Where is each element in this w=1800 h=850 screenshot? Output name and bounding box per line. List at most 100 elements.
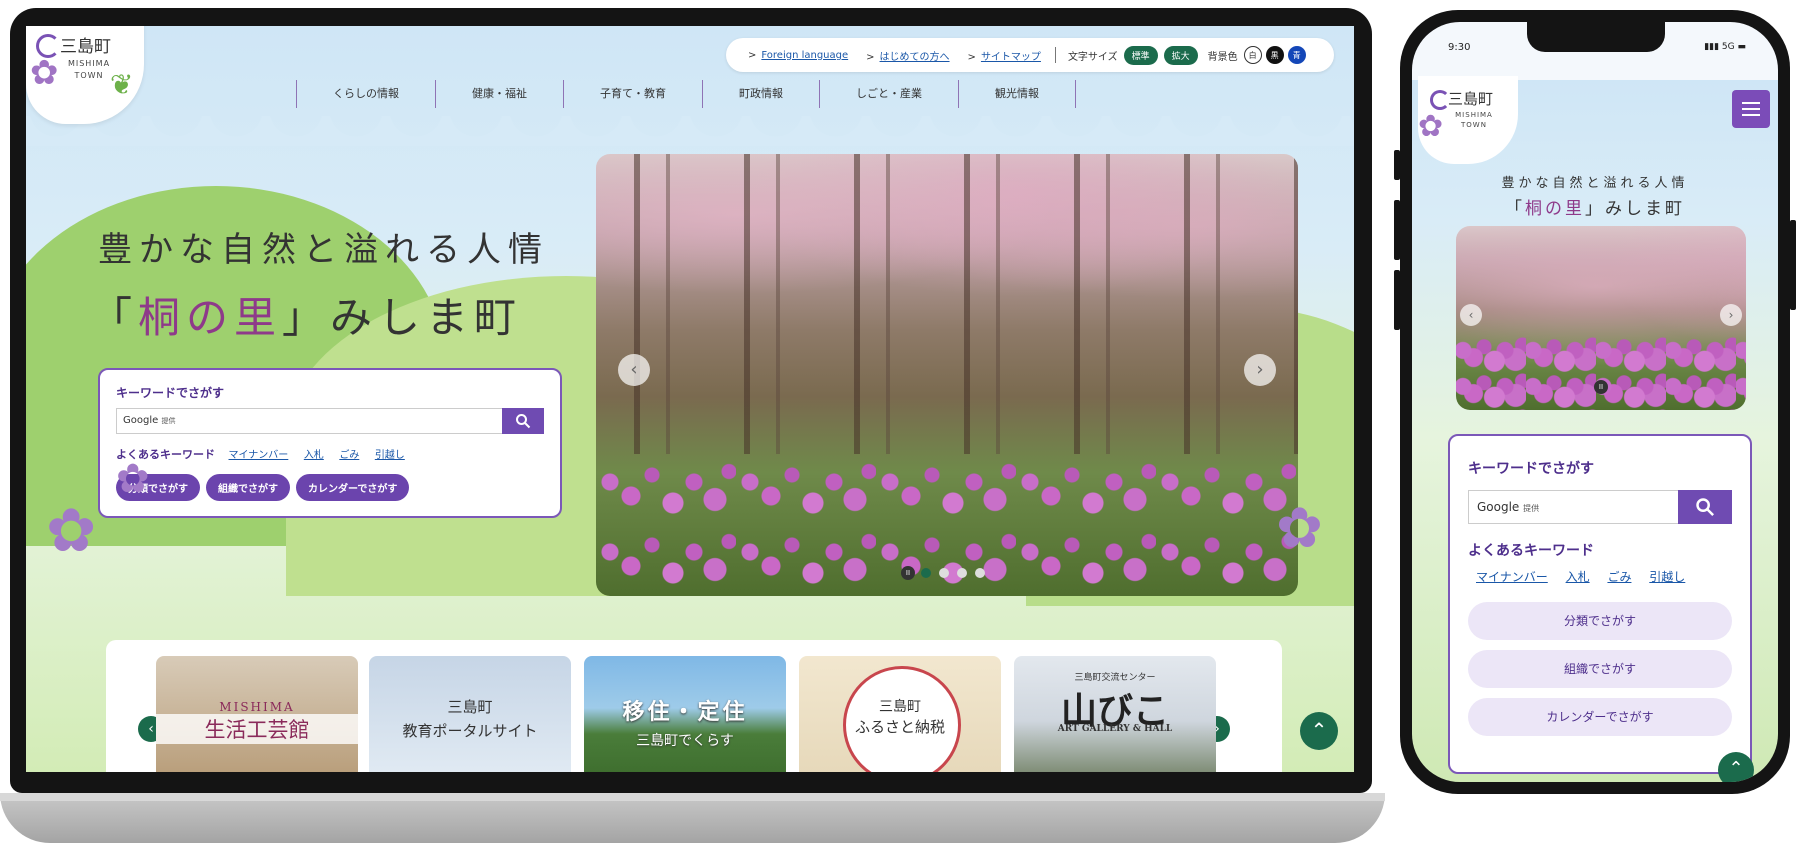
nav-item-work[interactable]: しごと・産業 (819, 80, 958, 108)
banner-craft-museum[interactable]: MISHIMA 生活工芸館 (156, 656, 358, 772)
arrow-up-icon: ⌃ (1310, 718, 1328, 742)
banner-label: 三島町 (447, 698, 493, 716)
banner-label: 移住・定住 (622, 699, 748, 725)
phone-screen: 9:30 ▮▮▮ 5G ▬ 三島町 MISHIMA TOWN ✿ 豊かな自然と溢… (1412, 22, 1778, 782)
slider-dot[interactable] (939, 568, 949, 578)
search-brand: Google (123, 415, 159, 426)
search-title: キーワードでさがす (1468, 461, 1594, 477)
pause-icon[interactable]: II (901, 566, 915, 580)
nav-item-living[interactable]: くらしの情報 (296, 80, 435, 108)
hero-slider: ‹ › II (1456, 226, 1746, 410)
utility-bar: > Foreign language > はじめての方へ > サイトマップ 文字サイズ… (726, 38, 1334, 72)
chevron-right-icon: › (1728, 308, 1734, 322)
search-note: 提供 (1523, 504, 1540, 513)
tagline-bracket: 「 (1505, 199, 1525, 219)
slider-dot[interactable] (975, 568, 985, 578)
banner-label: 三島町でくらす (636, 733, 734, 749)
search-input[interactable]: Google 提供 (116, 408, 502, 434)
hero-tagline: 豊かな自然と溢れる人情 (98, 230, 549, 270)
tagline-highlight: 桐の里 (138, 293, 283, 342)
link-label: はじめての方へ (879, 51, 950, 63)
slider-next-button[interactable]: › (1244, 354, 1276, 386)
wave-decoration (26, 116, 1354, 146)
search-by-category-button[interactable]: 分類でさがす (1468, 602, 1732, 640)
search-icon (1696, 498, 1715, 517)
site-logo[interactable]: 三島町 MISHIMA TOWN ✿ (1418, 76, 1518, 164)
font-size-large-button[interactable]: 拡大 (1163, 45, 1198, 65)
banner-label: 教育ポータルサイト (402, 722, 538, 740)
chevron-right-icon: › (1256, 359, 1264, 380)
banner-education-portal[interactable]: 三島町 教育ポータルサイト (369, 656, 571, 772)
search-button[interactable] (502, 408, 544, 434)
banner-label: 生活工芸館 (156, 714, 358, 744)
search-by-calendar-button[interactable]: カレンダーでさがす (1468, 698, 1732, 736)
slider-dot[interactable] (957, 568, 967, 578)
logo-subtitle: MISHIMA TOWN (67, 59, 111, 80)
search-button[interactable] (1678, 490, 1732, 524)
page-top-button[interactable]: ⌃ (1300, 712, 1338, 750)
keyword-link[interactable]: ごみ (1607, 570, 1631, 584)
keyword-link[interactable]: 入札 (1566, 570, 1590, 584)
bg-white-button[interactable]: 白 (1243, 46, 1262, 64)
first-time-link[interactable]: > はじめての方へ (866, 48, 949, 63)
chevron-left-icon: ‹ (1468, 308, 1474, 322)
tagline-rest: 」みしま町 (1585, 199, 1685, 219)
network-label: 5G (1721, 42, 1735, 52)
foreign-language-link[interactable]: > Foreign language (748, 50, 848, 61)
bg-black-button[interactable]: 黒 (1265, 46, 1284, 64)
banner-furusato-tax[interactable]: 三島町 ふるさと納税 (799, 656, 1001, 772)
slider-next-button[interactable]: › (1720, 304, 1742, 326)
nav-item-health[interactable]: 健康・福祉 (435, 80, 563, 108)
flower-icon: ✿ (116, 456, 150, 502)
status-network: ▮▮▮ 5G ▬ (1704, 42, 1746, 52)
sitemap-link[interactable]: > サイトマップ (968, 48, 1041, 63)
link-label: サイトマップ (980, 51, 1041, 63)
tagline-rest: 」みしま町 (282, 293, 523, 342)
arrow-up-icon: ⌃ (1728, 758, 1744, 779)
search-by-calendar-button[interactable]: カレンダーでさがす (296, 474, 410, 501)
slider-dots: II (901, 566, 993, 580)
search-note: 提供 (161, 417, 176, 425)
flower-icon: ✿ (1418, 109, 1444, 144)
keyword-link[interactable]: マイナンバー (229, 450, 289, 461)
link-label: Foreign language (761, 49, 849, 61)
keyword-list: よくあるキーワード マイナンバー 入札 ごみ 引越し (116, 446, 417, 462)
nav-item-tourism[interactable]: 観光情報 (958, 80, 1076, 108)
chevron-right-small-icon: > (967, 51, 976, 63)
keyword-link[interactable]: ごみ (339, 450, 359, 461)
keyword-link[interactable]: マイナンバー (1476, 570, 1548, 584)
banner-relocation[interactable]: 移住・定住 三島町でくらす (584, 656, 786, 772)
bg-color-label: 背景色 (1207, 51, 1238, 63)
phone-side-button (1394, 200, 1400, 260)
pause-icon[interactable]: II (1594, 380, 1608, 394)
search-card: キーワードでさがす Google 提供 よくあるキーワード マイナンバー 入札 … (98, 368, 562, 518)
search-row: Google 提供 (116, 408, 544, 434)
nav-item-childcare[interactable]: 子育て・教育 (563, 80, 702, 108)
hamburger-menu-icon (1742, 108, 1760, 110)
keywords-label: よくあるキーワード (1468, 543, 1594, 559)
phone-notch (1527, 22, 1665, 52)
keyword-link[interactable]: 引越し (1649, 570, 1685, 584)
banner-exchange-center[interactable]: 三島町交流センター 山びこ ART GALLERY & HALL (1014, 656, 1216, 772)
laptop-screen: 三島町 MISHIMA TOWN ✿ ❦ > Foreign language >… (26, 26, 1354, 772)
hamburger-menu-button[interactable] (1732, 90, 1770, 128)
slide-image (596, 154, 1298, 454)
nav-item-town-admin[interactable]: 町政情報 (702, 80, 819, 108)
font-size-standard-button[interactable]: 標準 (1123, 45, 1158, 65)
site-logo[interactable]: 三島町 MISHIMA TOWN ✿ ❦ (26, 26, 144, 124)
search-buttons: 分類でさがす 組織でさがす カレンダーでさがす (116, 474, 415, 501)
search-by-organization-button[interactable]: 組織でさがす (206, 474, 290, 501)
slider-prev-button[interactable]: ‹ (1460, 304, 1482, 326)
keyword-link[interactable]: 入札 (304, 450, 324, 461)
hero-slider: ‹ › II (596, 154, 1298, 596)
slider-prev-button[interactable]: ‹ (618, 354, 650, 386)
flower-icon: ✿ (1276, 496, 1323, 561)
keyword-link[interactable]: 引越し (375, 450, 405, 461)
search-by-organization-button[interactable]: 組織でさがす (1468, 650, 1732, 688)
search-input[interactable]: Google 提供 (1468, 490, 1678, 524)
bg-blue-button[interactable]: 青 (1287, 46, 1306, 64)
page-top-button[interactable]: ⌃ (1718, 752, 1754, 782)
banner-label: 三島町 (879, 699, 921, 715)
slider-dot[interactable] (921, 568, 931, 578)
chevron-right-small-icon: > (748, 49, 757, 61)
